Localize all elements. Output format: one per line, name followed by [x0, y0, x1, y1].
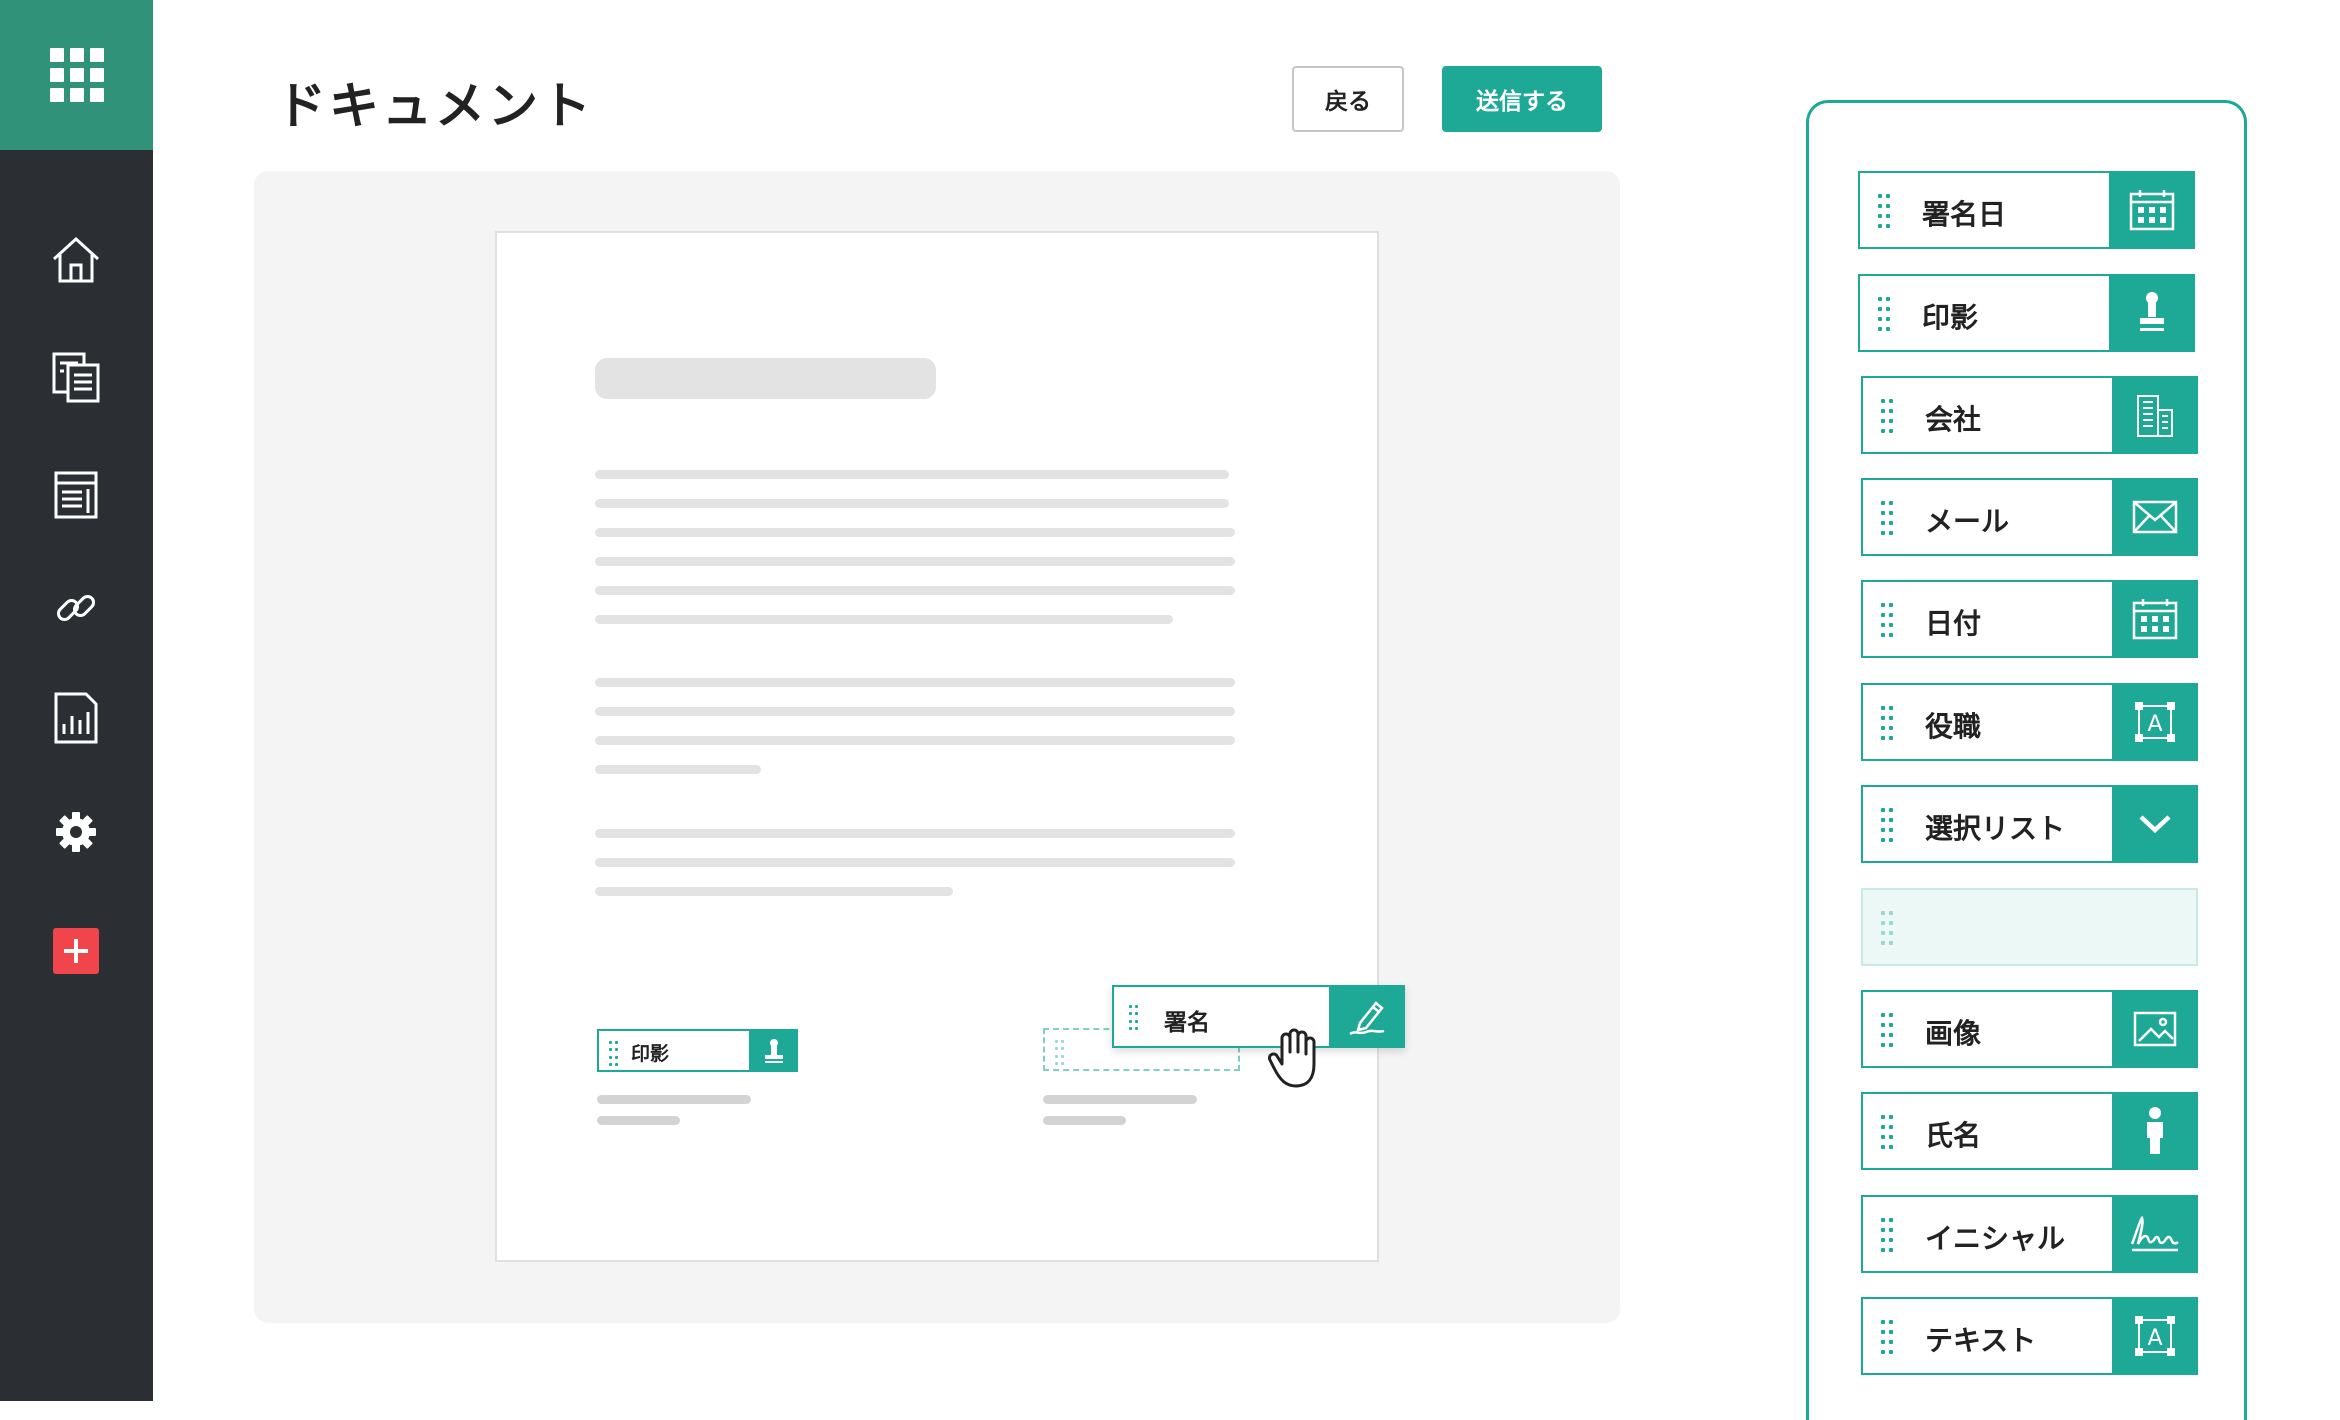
nav-settings[interactable]	[46, 802, 106, 862]
field-palette-item[interactable]: 役職 A	[1861, 683, 2198, 761]
field-palette-label: 役職	[1925, 710, 1982, 743]
drag-handle-icon[interactable]	[1881, 1115, 1893, 1151]
calendar-icon	[2132, 599, 2178, 640]
drag-handle-icon[interactable]	[1881, 706, 1893, 742]
signature-pen-icon	[1349, 1000, 1385, 1035]
initials-icon	[2130, 1215, 2179, 1252]
field-palette-item[interactable]: 会社	[1861, 376, 2198, 454]
plus-icon	[64, 939, 88, 963]
mail-icon	[2132, 500, 2178, 534]
apps-grid-icon	[49, 48, 104, 102]
field-palette-label: 画像	[1925, 1017, 1982, 1050]
field-palette-label: 選択リスト	[1925, 812, 2066, 845]
field-palette-label: 日付	[1925, 607, 1982, 640]
report-icon	[54, 692, 98, 744]
field-palette-label: 印影	[1922, 301, 1979, 334]
page-title: ドキュメント	[276, 77, 594, 135]
home-icon	[52, 236, 100, 283]
field-icon-tile	[2112, 478, 2198, 556]
field-icon-tile	[2112, 785, 2198, 863]
back-button[interactable]: 戻る	[1292, 66, 1404, 132]
drag-handle-icon[interactable]	[1881, 501, 1893, 537]
text-box-icon: A	[2135, 702, 2175, 742]
drag-handle-icon[interactable]	[1881, 1218, 1893, 1254]
text-box-icon: A	[2135, 1316, 2175, 1356]
field-palette-item[interactable]: メール	[1861, 478, 2198, 556]
drag-handle-icon[interactable]	[1881, 603, 1893, 639]
gear-icon	[56, 812, 96, 852]
image-icon	[2133, 1011, 2177, 1047]
nav-reports[interactable]	[46, 688, 106, 748]
svg-text:A: A	[2147, 712, 2162, 737]
stamp-icon	[764, 1038, 783, 1063]
drag-handle-icon[interactable]	[1881, 399, 1893, 435]
field-icon-tile	[2112, 1195, 2198, 1273]
placed-field-seal[interactable]: 印影	[597, 1029, 798, 1072]
field-icon-tile	[2112, 1092, 2198, 1170]
field-palette-item[interactable]: イニシャル	[1861, 1195, 2198, 1273]
svg-text:A: A	[2147, 1326, 2162, 1351]
field-palette-item[interactable]: 印影	[1858, 274, 2195, 352]
field-palette-label: 署名日	[1922, 198, 2007, 231]
field-palette-label: イニシャル	[1925, 1222, 2066, 1255]
drag-handle-icon[interactable]	[1881, 1320, 1893, 1356]
person-icon	[2147, 1107, 2163, 1154]
drag-handle-icon[interactable]	[1881, 911, 1893, 947]
nav-documents[interactable]	[46, 347, 106, 407]
placed-field-label: 印影	[631, 1043, 670, 1065]
field-palette-label: メール	[1925, 505, 2010, 538]
nav-templates[interactable]	[46, 465, 106, 525]
stamp-icon	[2140, 292, 2164, 331]
drag-handle-icon[interactable]	[1878, 297, 1890, 333]
field-icon-tile	[2109, 171, 2195, 249]
nav-home[interactable]	[46, 229, 106, 289]
field-palette-item[interactable]: 署名日	[1858, 171, 2195, 249]
field-palette-item[interactable]: 日付	[1861, 580, 2198, 658]
drag-handle-icon[interactable]	[1129, 1005, 1139, 1031]
send-button[interactable]: 送信する	[1442, 66, 1602, 132]
documents-icon	[52, 352, 100, 403]
link-icon	[56, 594, 96, 622]
add-button[interactable]	[53, 928, 99, 974]
calendar-icon	[2129, 190, 2175, 231]
field-palette-item[interactable]: 選択リスト	[1861, 785, 2198, 863]
field-palette-item[interactable]: 画像	[1861, 990, 2198, 1068]
field-drop-placeholder	[1861, 888, 2198, 966]
dragging-field-signature[interactable]: 署名	[1112, 985, 1405, 1048]
chevron-down-icon	[2139, 815, 2171, 834]
field-icon-tile	[2109, 274, 2195, 352]
sidebar	[0, 0, 153, 1401]
drag-handle-icon[interactable]	[1881, 808, 1893, 844]
templates-icon	[54, 471, 98, 519]
building-icon	[2137, 395, 2173, 437]
field-palette-label: 会社	[1925, 403, 1982, 436]
document-title-placeholder	[595, 358, 936, 399]
field-palette-item[interactable]: 氏名	[1861, 1092, 2198, 1170]
apps-menu-button[interactable]	[0, 0, 153, 150]
drag-handle-icon[interactable]	[1881, 1013, 1893, 1049]
field-palette-label: テキスト	[1925, 1324, 2037, 1357]
field-icon-tile: A	[2112, 683, 2198, 761]
field-icon-tile	[2112, 580, 2198, 658]
placed-field-label: 署名	[1164, 1010, 1210, 1036]
nav-links[interactable]	[46, 578, 106, 638]
drag-handle-icon[interactable]	[609, 1041, 619, 1067]
field-palette-item[interactable]: テキスト A	[1861, 1297, 2198, 1375]
drag-handle-icon[interactable]	[1878, 194, 1890, 230]
field-icon-tile	[2112, 990, 2198, 1068]
field-icon-tile	[2112, 376, 2198, 454]
grab-cursor-icon	[1268, 1028, 1316, 1088]
field-palette-label: 氏名	[1925, 1119, 1982, 1152]
field-icon-tile: A	[2112, 1297, 2198, 1375]
